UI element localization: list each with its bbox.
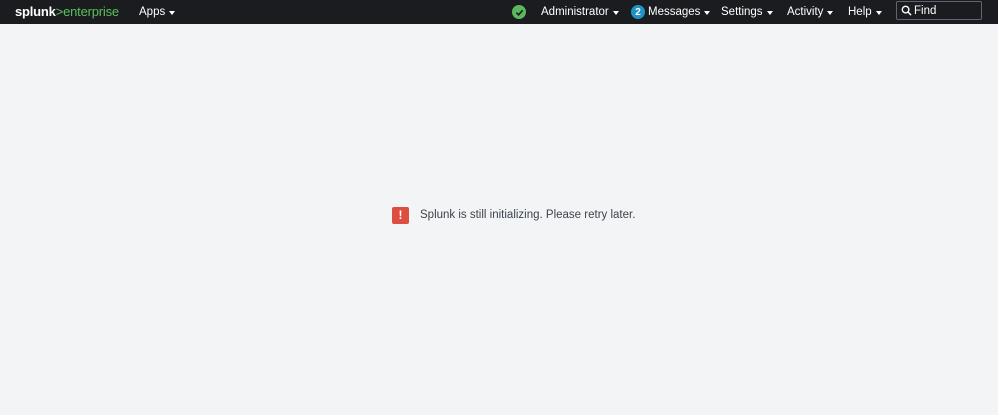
logo-separator: >	[55, 4, 64, 19]
top-navigation-bar: splunk>enterprise Apps Administrator 2 M…	[0, 0, 998, 24]
apps-menu[interactable]: Apps	[139, 0, 176, 24]
logo-edition: enterprise	[63, 4, 119, 19]
chevron-down-icon	[766, 10, 773, 15]
search-icon	[901, 5, 912, 16]
chevron-down-icon	[827, 10, 834, 15]
activity-menu[interactable]: Activity	[787, 0, 834, 24]
user-menu-label: Administrator	[541, 6, 609, 18]
settings-menu-label: Settings	[721, 6, 763, 18]
message-text: Splunk is still initializing. Please ret…	[420, 209, 636, 221]
splunk-logo[interactable]: splunk>enterprise	[15, 4, 119, 19]
chevron-down-icon	[612, 10, 619, 15]
check-circle-icon[interactable]	[512, 5, 526, 19]
messages-menu-label: Messages	[648, 6, 701, 18]
activity-menu-label: Activity	[787, 6, 824, 18]
initialization-message: ! Splunk is still initializing. Please r…	[392, 206, 635, 224]
exclamation-icon: !	[392, 206, 409, 224]
settings-menu[interactable]: Settings	[721, 0, 773, 24]
logo-brand: splunk	[15, 4, 56, 19]
user-menu[interactable]: Administrator	[541, 0, 619, 24]
chevron-down-icon	[169, 10, 176, 15]
apps-menu-label: Apps	[139, 6, 166, 18]
chevron-down-icon	[875, 10, 882, 15]
search-box[interactable]	[896, 1, 982, 20]
help-menu[interactable]: Help	[848, 0, 882, 24]
search-input[interactable]	[912, 4, 980, 17]
messages-menu[interactable]: 2 Messages	[631, 0, 711, 24]
checkmark-icon	[515, 9, 523, 16]
chevron-down-icon	[704, 10, 711, 15]
help-menu-label: Help	[848, 6, 872, 18]
messages-count-badge: 2	[631, 5, 645, 19]
